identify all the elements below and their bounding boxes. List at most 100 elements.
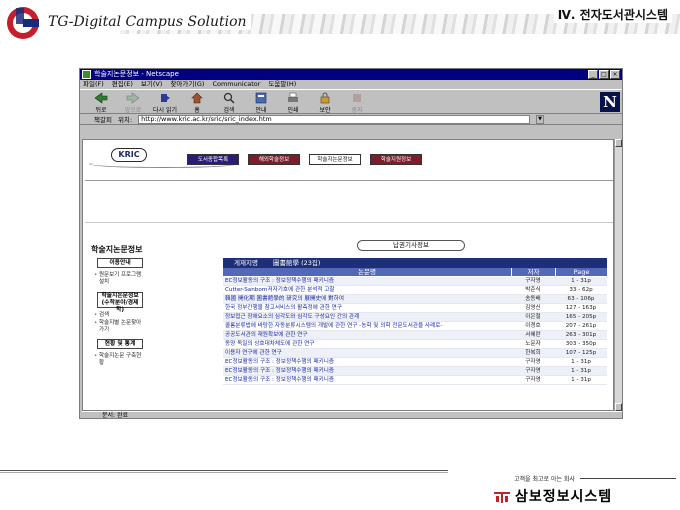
- guide-button[interactable]: 안내: [248, 90, 274, 114]
- article-title-link[interactable]: 정보접근 장애요소의 심각도와 심각도 구성요인 간의 관계: [223, 313, 511, 321]
- close-icon[interactable]: ×: [610, 70, 620, 79]
- article-title-link[interactable]: 한국 정부간행물 참고서비스의 활측정에 관한 연구: [223, 304, 511, 312]
- window-title: 학술지논문정보 - Netscape: [94, 70, 179, 78]
- url-field[interactable]: http://www.kric.ac.kr/sric/sric_index.ht…: [138, 114, 531, 124]
- table-row: EC정보활동의 구조 : 정보정책수행의 패키니즘 구자영 1 - 31p: [223, 376, 607, 385]
- vertical-scrollbar[interactable]: [614, 139, 622, 411]
- menu-item-go[interactable]: 찾아가기(G): [170, 80, 204, 89]
- table-row: 이용자 연구에 관한 연구 한복희 107 - 125p: [223, 349, 607, 358]
- home-button[interactable]: 홈: [184, 90, 210, 114]
- sidebar-item-by-journal[interactable]: 학술지별 논문찾아가기: [94, 320, 145, 333]
- window-controls: _ □ ×: [588, 70, 620, 79]
- reload-button[interactable]: 다시 읽기: [152, 90, 178, 114]
- menu-item-help[interactable]: 도움말(H): [268, 80, 296, 89]
- sidebar-box-guide[interactable]: 이용안내: [97, 258, 143, 268]
- logo-text: TG-Digital Campus Solution: [44, 14, 251, 30]
- top-navigation: 도서종합목록 해외학술정보 학술지논문정보 학술지원정보: [187, 154, 422, 165]
- article-title-link[interactable]: EC정보활동의 구조 : 정보정책수행의 패키니즘: [223, 376, 511, 384]
- article-pages: 107 - 125p: [565, 350, 597, 356]
- article-pages: 207 - 261p: [565, 323, 597, 329]
- article-pages: 1 - 31p: [571, 359, 591, 365]
- status-bar: 문서: 완료: [82, 411, 622, 419]
- column-title: 논문명: [358, 268, 376, 276]
- sambo-logo-icon: [494, 492, 510, 503]
- browser-window: 학술지논문정보 - Netscape _ □ × 파일(F) 편집(E) 보기(…: [79, 68, 623, 419]
- article-author: 한복희: [525, 350, 541, 356]
- article-title-link[interactable]: 동양 독일의 상호대차체도에 관한 연구: [223, 340, 511, 348]
- content-divider: [85, 222, 613, 223]
- search-icon: [223, 92, 235, 104]
- print-label: 인쇄: [287, 107, 299, 114]
- stop-icon: [353, 94, 361, 102]
- print-button[interactable]: 인쇄: [280, 90, 306, 114]
- search-button[interactable]: 검색: [216, 90, 242, 114]
- maximize-icon[interactable]: □: [599, 70, 609, 79]
- table-row: 韓國 開化期 圖書館學的 研究의 展開史에 對하여 송동배 63 - 106p: [223, 295, 607, 304]
- table-row: 한국 정부간행물 참고서비스의 활측정에 관한 연구 김영신 127 - 163p: [223, 304, 607, 313]
- menu-item-view[interactable]: 보기(V): [141, 80, 162, 89]
- footer-tagline: 고객을 최고로 아는 회사: [514, 476, 676, 483]
- table-row: Cutter-Sanborn저자기호에 관한 분석적 고찰 박준식 33 - 62p: [223, 286, 607, 295]
- menu-item-file[interactable]: 파일(F): [83, 80, 104, 89]
- slide-title: Ⅳ. 전자도서관시스템: [553, 6, 672, 23]
- sidebar-box-journal[interactable]: 학술지논문정보 (수학분야/경제학): [97, 292, 143, 313]
- home-label: 홈: [194, 107, 200, 114]
- company-name: 삼보정보시스템: [515, 489, 613, 505]
- article-title-link[interactable]: 韓國 開化期 圖書館學的 研究의 展開史에 對하여: [223, 295, 511, 303]
- bookmarks-button[interactable]: 책갈피: [94, 114, 112, 124]
- sidebar-item-build-status[interactable]: 학술지논문 구축현황: [94, 353, 145, 366]
- menu-item-communicator[interactable]: Communicator: [212, 80, 260, 89]
- forward-label: 앞으로: [124, 107, 142, 114]
- article-title-link[interactable]: 이용자 연구에 관한 연구: [223, 349, 511, 357]
- back-label: 뒤로: [95, 107, 107, 114]
- stop-label: 중지: [351, 107, 363, 114]
- guide-label: 안내: [255, 107, 267, 114]
- sidebar-item-search[interactable]: 검색: [94, 312, 109, 319]
- article-pages: 263 - 301p: [565, 332, 597, 338]
- location-label: 위치:: [117, 116, 133, 124]
- article-title-link[interactable]: 콜롬분류법에 바탕한 자동분류시스템의 개발에 관한 연구 -농학 및 의학 전…: [223, 322, 511, 330]
- table-row: EC정보활동의 구조 : 정보정책수행의 패키니즘 구자영 1 - 31p: [223, 358, 607, 367]
- scroll-down-icon[interactable]: [615, 403, 622, 411]
- guide-icon: [255, 92, 267, 104]
- article-title-link[interactable]: EC정보활동의 구조 : 정보정책수행의 패키니즘: [223, 358, 511, 366]
- nav-support-info[interactable]: 학술지원정보: [370, 154, 422, 165]
- forward-button[interactable]: 앞으로: [120, 90, 146, 114]
- nav-journal-info[interactable]: 학술지논문정보: [309, 154, 361, 165]
- print-icon: [288, 92, 298, 102]
- article-author: 김영신: [525, 305, 541, 311]
- reload-icon: [161, 94, 170, 102]
- tg-logo-icon: [7, 7, 39, 39]
- company-logo: 삼보정보시스템: [494, 486, 612, 506]
- sidebar-box-stats[interactable]: 현황 및 통계: [97, 339, 143, 349]
- article-title-link[interactable]: EC정보활동의 구조 : 정보정책수행의 패키니즘: [223, 367, 511, 375]
- forward-icon: [126, 92, 140, 104]
- table-row: 공공도서관의 재원확보에 관한 연구 서혜란 263 - 301p: [223, 331, 607, 340]
- menu-item-edit[interactable]: 편집(E): [112, 80, 133, 89]
- column-author: 저자: [511, 268, 555, 276]
- security-icon: [320, 92, 330, 104]
- article-table: EC정보활동의 구조 : 정보정책수행의 패키니즘 구자영 1 - 31p Cutt…: [223, 277, 607, 385]
- article-author: 구자영: [525, 368, 541, 374]
- article-pages: 1 - 31p: [571, 278, 591, 284]
- journal-label: 게재지명: [223, 258, 269, 268]
- article-author: 구자영: [525, 278, 541, 284]
- table-row: EC정보활동의 구조 : 정보정책수행의 패키니즘 구자영 1 - 31p: [223, 367, 607, 376]
- back-icon: [94, 92, 108, 104]
- stop-button[interactable]: 중지: [344, 90, 370, 114]
- minimize-icon[interactable]: _: [588, 70, 598, 79]
- footer-rule-thin: [0, 472, 448, 473]
- scroll-up-icon[interactable]: [615, 139, 622, 147]
- nav-foreign-info[interactable]: 해외학술정보: [248, 154, 300, 165]
- article-pages: 127 - 163p: [565, 305, 597, 311]
- url-dropdown-icon[interactable]: ▼: [536, 114, 545, 124]
- article-title-link[interactable]: Cutter-Sanborn저자기호에 관한 분석적 고찰: [223, 286, 511, 294]
- security-button[interactable]: 보안: [312, 90, 338, 114]
- reload-label: 다시 읽기: [153, 107, 177, 114]
- sidebar-item-viewer-install[interactable]: 원문보기 프로그램설치: [94, 272, 145, 285]
- article-title-link[interactable]: EC정보활동의 구조 : 정보정책수행의 패키니즘: [223, 277, 511, 285]
- nav-book-catalog[interactable]: 도서종합목록: [187, 154, 239, 165]
- back-button[interactable]: 뒤로: [88, 90, 114, 114]
- table-row: 콜롬분류법에 바탕한 자동분류시스템의 개발에 관한 연구 -농학 및 의학 전…: [223, 322, 607, 331]
- article-title-link[interactable]: 공공도서관의 재원확보에 관한 연구: [223, 331, 511, 339]
